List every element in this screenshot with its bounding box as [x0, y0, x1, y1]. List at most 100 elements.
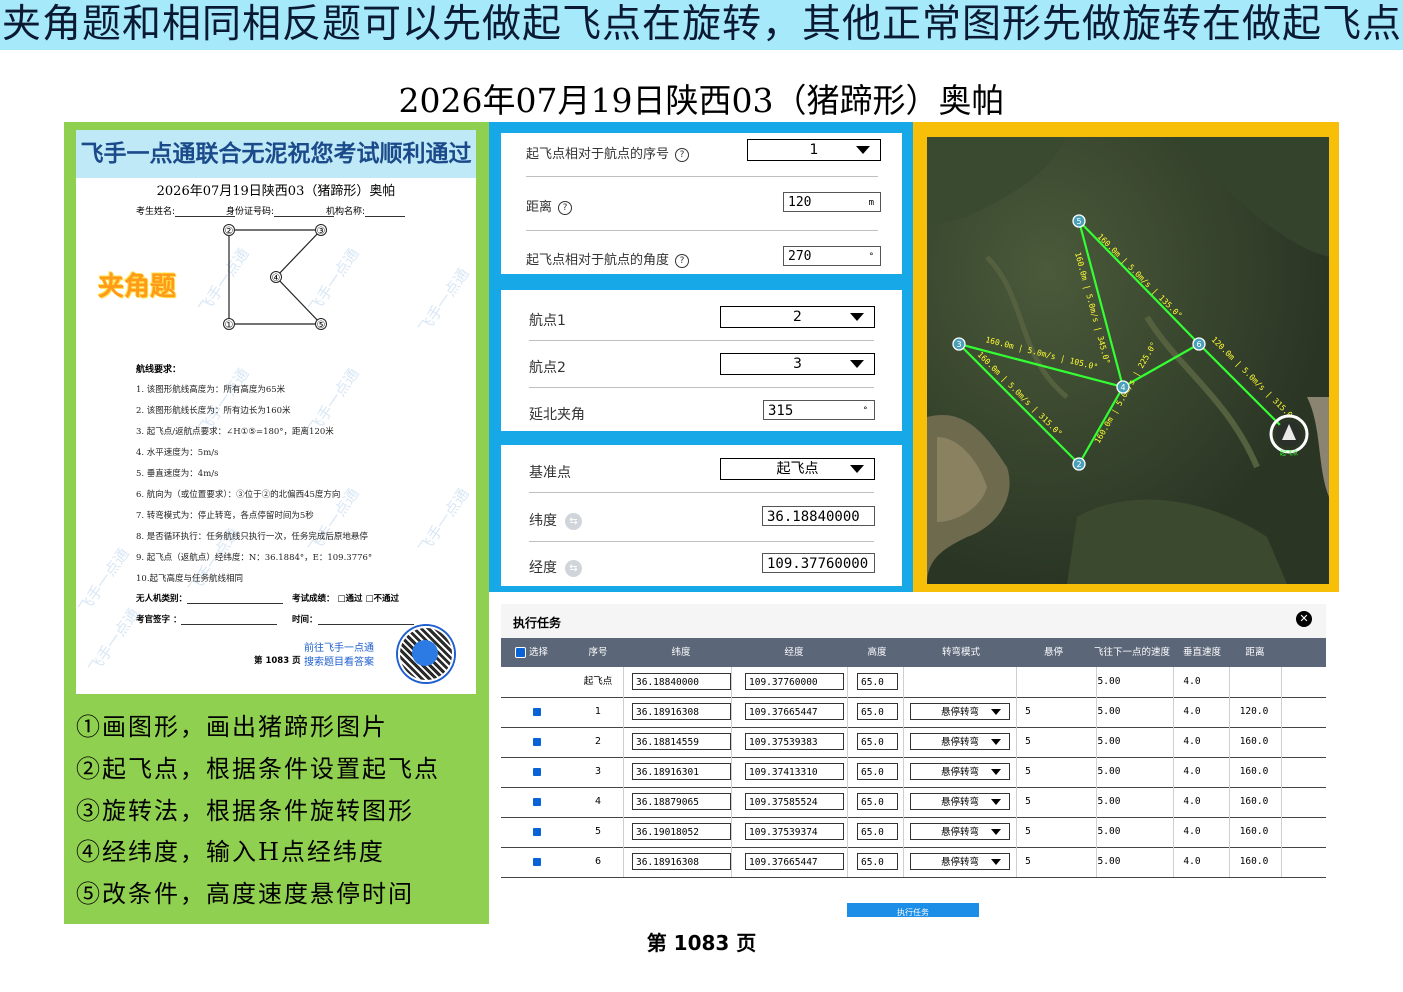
satellite-map[interactable]: 160.0m | 5.0m/s | 135.0° 160.0m | 5.0m/s…: [927, 137, 1329, 584]
lon-cell-input[interactable]: 109.37585524: [745, 793, 844, 810]
lat-cell-input[interactable]: 36.18840000: [632, 673, 731, 690]
help-icon[interactable]: ?: [675, 147, 690, 162]
waypoint-marker[interactable]: 6: [1192, 337, 1206, 351]
alt-cell-input[interactable]: 65.0: [857, 793, 898, 810]
waypoint-marker[interactable]: 2: [1072, 457, 1086, 471]
alt-cell-input[interactable]: 65.0: [857, 763, 898, 780]
checkbox-icon[interactable]: [515, 647, 526, 658]
distance-cell: 120.0: [1239, 706, 1269, 717]
requirement-item: 10.起飞高度与任务航线相同: [136, 574, 244, 584]
wp2-select[interactable]: 3: [720, 353, 875, 375]
link-icon[interactable]: ⇆: [565, 559, 582, 577]
north-angle-input[interactable]: 315 °: [763, 400, 875, 420]
execute-button[interactable]: 执行任务: [847, 903, 979, 917]
lon-cell-input[interactable]: 109.37760000: [745, 673, 844, 690]
speed-cell: 5.00: [1097, 706, 1121, 717]
rotation-card: 航点1 2 航点2 3 延北夹角 315 °: [501, 290, 902, 431]
table-row[interactable]: 3 36.18916301 109.37413310 65.0 悬停转弯 5 5.00 4.0…: [501, 757, 1326, 788]
waypoint-marker[interactable]: 3: [952, 337, 966, 351]
speed-cell: 5.00: [1097, 736, 1121, 747]
distance-input[interactable]: 120 m: [783, 192, 881, 212]
hover-cell: 5: [1025, 766, 1031, 777]
lat-cell-input[interactable]: 36.19018052: [632, 823, 731, 840]
lon-input[interactable]: 109.37760000: [762, 553, 875, 573]
seq-cell: 6: [594, 856, 602, 867]
col-header: 转弯模式: [941, 647, 980, 658]
waypoint-marker[interactable]: 5: [1072, 214, 1086, 228]
angle-question-tag: 夹角题: [98, 272, 177, 302]
turn-mode-select[interactable]: 悬停转弯: [910, 853, 1010, 870]
lon-cell-input[interactable]: 109.37413310: [745, 763, 844, 780]
base-ref-select[interactable]: 起飞点: [720, 458, 875, 480]
turn-mode-select[interactable]: 悬停转弯: [910, 733, 1010, 750]
table-row[interactable]: 2 36.18814559 109.37539383 65.0 悬停转弯 5 5.00 4.0…: [501, 727, 1326, 758]
waypoint-marker[interactable]: 4: [1116, 380, 1130, 394]
point-label: ⑤: [317, 320, 326, 331]
link-icon[interactable]: ⇆: [565, 512, 582, 530]
row-checkbox[interactable]: [533, 738, 541, 746]
help-icon[interactable]: ?: [675, 253, 690, 268]
lon-cell-input[interactable]: 109.37539383: [745, 733, 844, 750]
lon-cell-input[interactable]: 109.37539374: [745, 823, 844, 840]
lat-cell-input[interactable]: 36.18916301: [632, 763, 731, 780]
seq-cell: 5: [594, 826, 602, 837]
requirement-item: 8. 是否循环执行：任务航线只执行一次，任务完成后原地悬停: [136, 532, 368, 542]
table-row[interactable]: 起飞点 36.18840000 109.37760000 65.0 5.00 4.0: [501, 667, 1326, 698]
alt-cell-input[interactable]: 65.0: [857, 703, 898, 720]
wp1-select[interactable]: 2: [720, 306, 875, 328]
requirement-item: 5. 垂直速度为：4m/s: [136, 469, 219, 479]
help-icon[interactable]: ?: [558, 200, 573, 215]
hover-cell: 5: [1025, 706, 1031, 717]
row-checkbox[interactable]: [533, 768, 541, 776]
alt-cell-input[interactable]: 65.0: [857, 673, 898, 690]
col-header: 高度: [867, 647, 887, 658]
alt-cell-input[interactable]: 65.0: [857, 823, 898, 840]
alt-cell-input[interactable]: 65.0: [857, 853, 898, 870]
qr-logo-icon: [412, 640, 438, 666]
row-checkbox[interactable]: [533, 798, 541, 806]
home-label: 起飞点: [1280, 449, 1298, 457]
row-checkbox[interactable]: [533, 708, 541, 716]
goto-link[interactable]: 前往飞手一点通: [304, 639, 374, 654]
paper-title: 2026年07月19日陕西03（猪蹄形）奥帕: [156, 184, 396, 199]
col-header: 距离: [1245, 647, 1265, 658]
takeoff-seq-select[interactable]: 1: [747, 139, 881, 161]
lon-cell-input[interactable]: 109.37665447: [745, 853, 844, 870]
turn-mode-select[interactable]: 悬停转弯: [910, 703, 1010, 720]
result-row: 考试成绩： □通过 □不通过: [292, 594, 400, 604]
chevron-down-icon: [991, 829, 1001, 835]
takeoff-angle-input[interactable]: 270 °: [783, 246, 881, 266]
select-all-header[interactable]: 选择: [515, 638, 575, 667]
turn-mode-select[interactable]: 悬停转弯: [910, 823, 1010, 840]
info-org: 机构名称:: [326, 204, 406, 217]
turn-mode-select[interactable]: 悬停转弯: [910, 793, 1010, 810]
table-row[interactable]: 1 36.18916308 109.37665447 65.0 悬停转弯 5 5.00 4.0…: [501, 697, 1326, 728]
lat-cell-input[interactable]: 36.18916308: [632, 703, 731, 720]
turn-mode-select[interactable]: 悬停转弯: [910, 763, 1010, 780]
hover-cell: 5: [1025, 796, 1031, 807]
lat-cell-input[interactable]: 36.18916308: [632, 853, 731, 870]
speed-cell: 5.00: [1097, 766, 1121, 777]
step-3: ③旋转法，根据条件旋转图形: [76, 797, 414, 825]
col-header: 序号: [588, 647, 608, 658]
table-row[interactable]: 4 36.18879065 109.37585524 65.0 悬停转弯 5 5.00 4.0…: [501, 787, 1326, 818]
time-row: 时间：: [292, 613, 414, 625]
row-checkbox[interactable]: [533, 828, 541, 836]
table-row[interactable]: 5 36.19018052 109.37539374 65.0 悬停转弯 5 5.00 4.0…: [501, 817, 1326, 848]
lat-input[interactable]: 36.18840000: [762, 506, 875, 526]
base-point-card: 基准点 起飞点 纬度 ⇆ 36.18840000 经度 ⇆ 109.37760000: [501, 445, 902, 586]
chevron-down-icon: [856, 146, 870, 154]
vspeed-cell: 4.0: [1183, 676, 1201, 687]
svg-text:5: 5: [1076, 217, 1081, 226]
lat-cell-input[interactable]: 36.18879065: [632, 793, 731, 810]
row-checkbox[interactable]: [533, 858, 541, 866]
watermark-text: 飞手一点通: [85, 604, 143, 677]
alt-cell-input[interactable]: 65.0: [857, 733, 898, 750]
table-row[interactable]: 6 36.18916308 109.37665447 65.0 悬停转弯 5 5.00 4.0…: [501, 847, 1326, 878]
distance-cell: 160.0: [1239, 736, 1269, 747]
search-link[interactable]: 搜索题目看答案: [304, 653, 374, 668]
takeoff-card: 起飞点相对于航点的序号? 1 距离? 120 m 起飞点相对于航点的角度? 270…: [501, 133, 902, 274]
close-icon[interactable]: ✕: [1296, 611, 1312, 627]
lat-cell-input[interactable]: 36.18814559: [632, 733, 731, 750]
lon-cell-input[interactable]: 109.37665447: [745, 703, 844, 720]
